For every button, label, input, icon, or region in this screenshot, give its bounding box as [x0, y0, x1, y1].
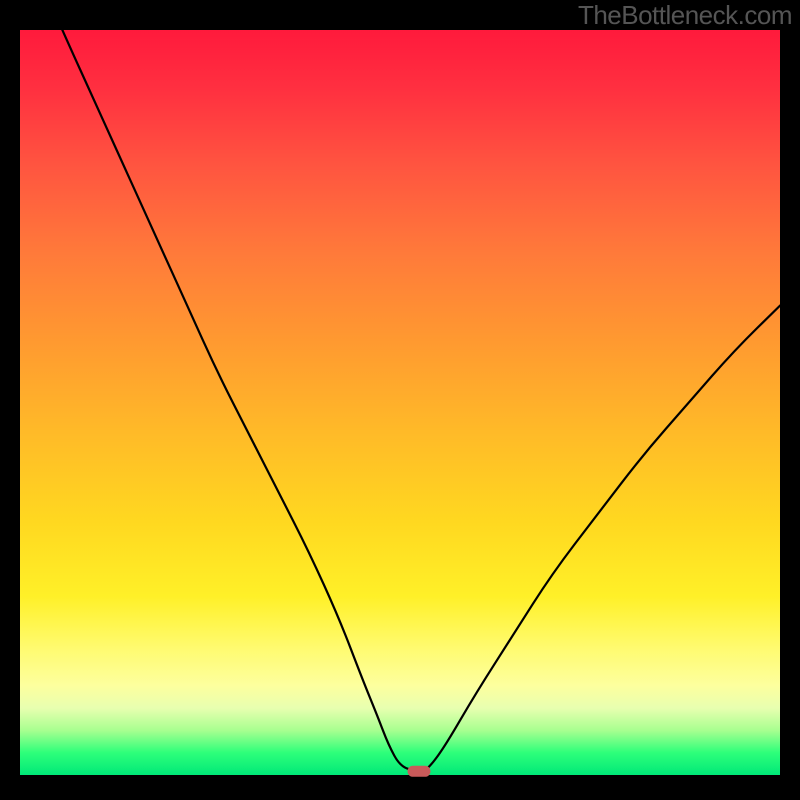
bottleneck-curve	[20, 30, 780, 775]
watermark-label: TheBottleneck.com	[578, 0, 792, 31]
plot-area	[20, 30, 780, 775]
curve-path	[20, 0, 780, 771]
chart-frame: TheBottleneck.com	[0, 0, 800, 800]
minimum-marker	[408, 766, 430, 776]
